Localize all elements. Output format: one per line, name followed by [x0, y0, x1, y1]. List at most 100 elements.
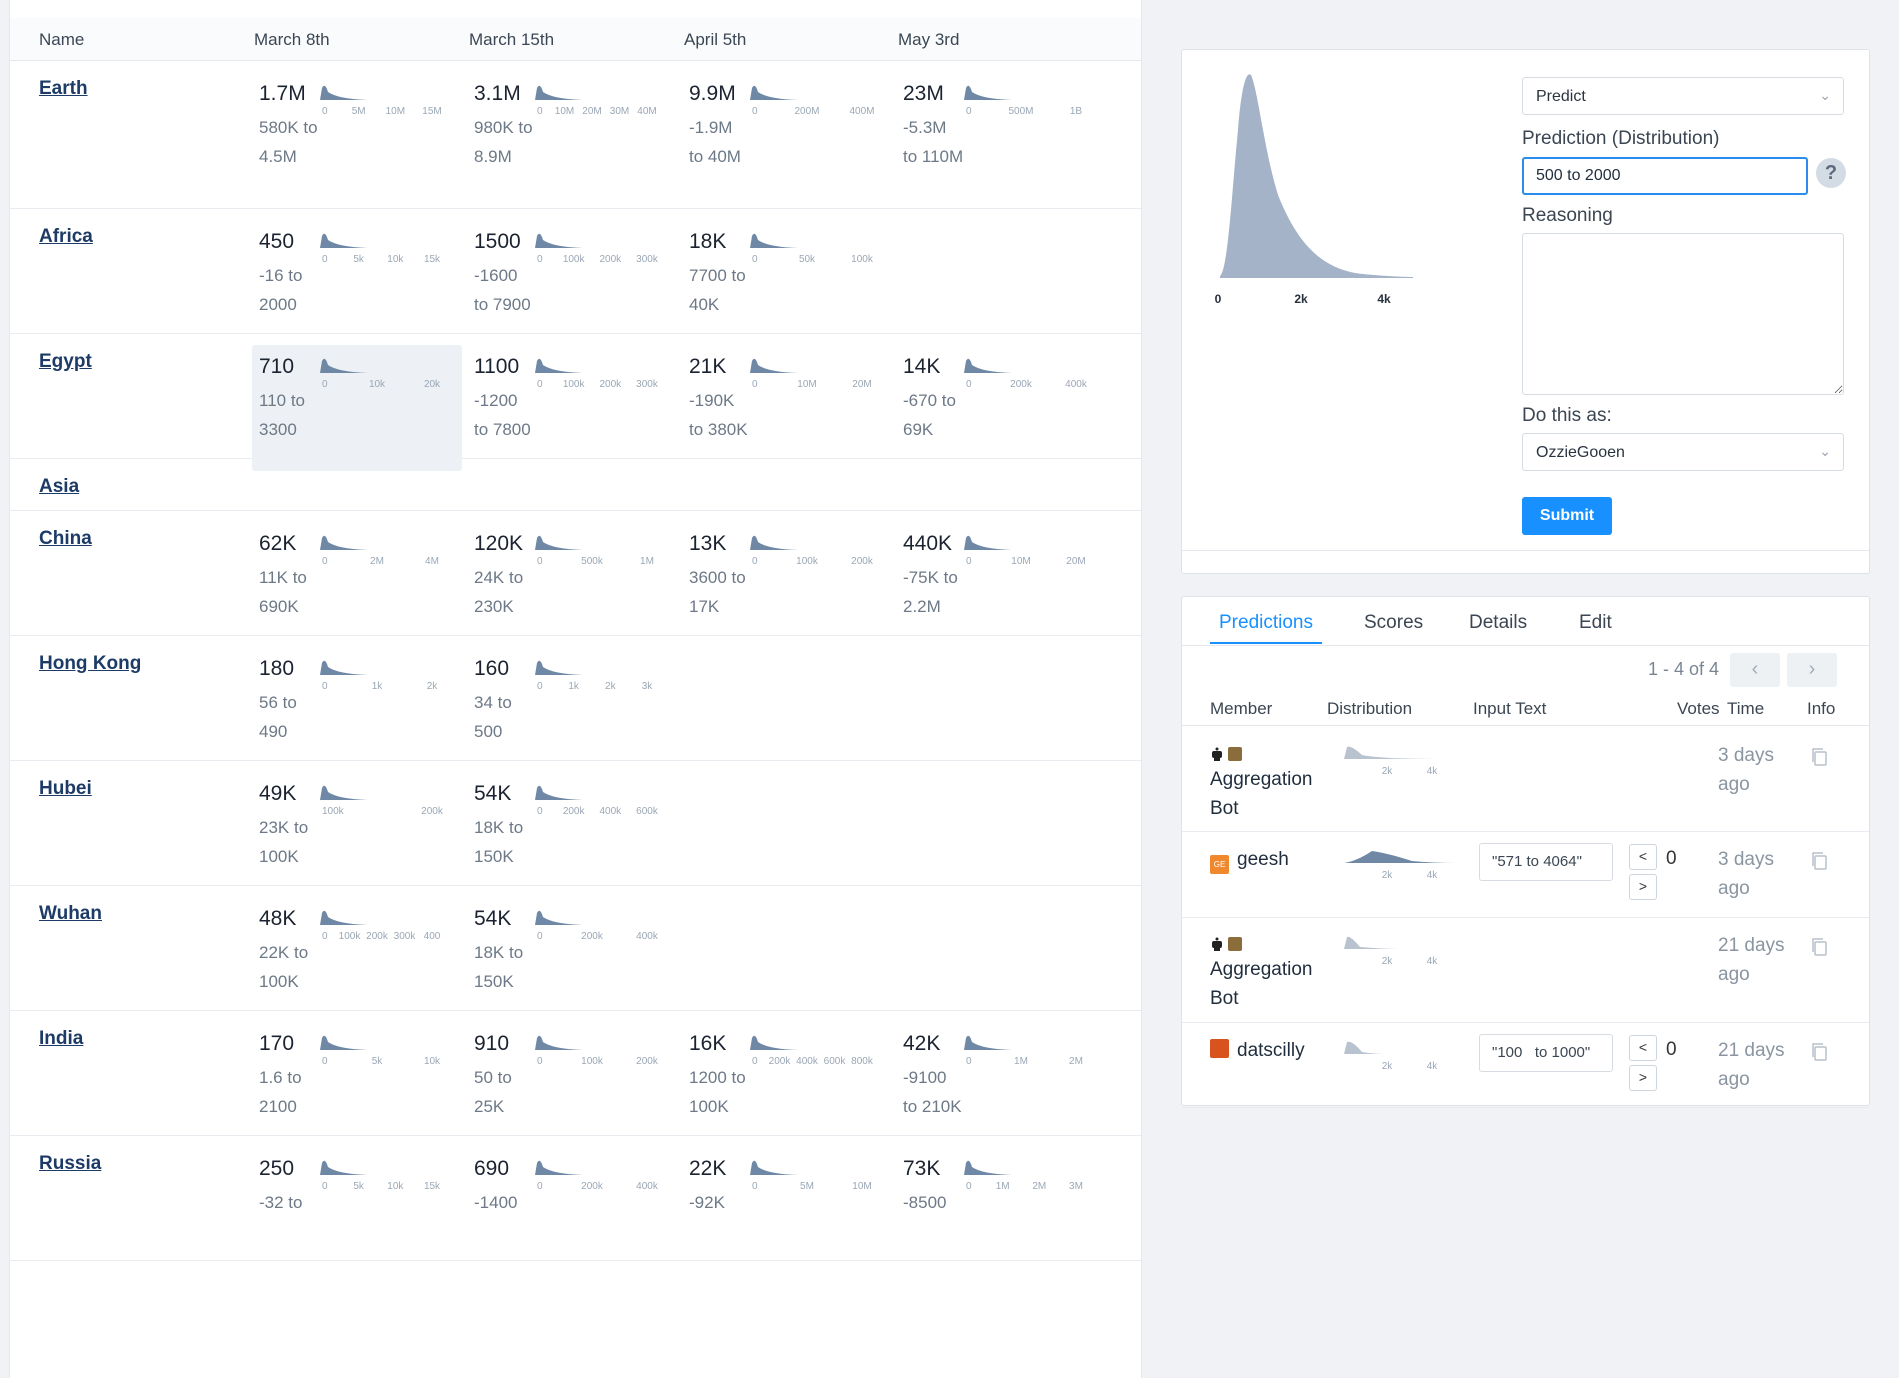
prediction-cell[interactable]: 14K -670 to 69K 0 200k 400k [896, 345, 1106, 471]
sparkline-area [320, 1160, 368, 1175]
upvote-button[interactable]: < [1629, 844, 1657, 870]
do-as-select[interactable]: OzzieGooen ⌄ [1522, 433, 1844, 471]
prediction-cell[interactable]: 170 1.6 to 2100 0 5k 10k [252, 1022, 462, 1148]
downvote-button[interactable]: > [1629, 874, 1657, 900]
sparkline-tick-label: 200k [366, 931, 389, 942]
prediction-cell[interactable]: 3.1M 980K to 8.9M 0 10M 20M 30M 40M [467, 72, 677, 198]
prediction-cell[interactable]: 54K 18K to 150K 0 200k 400k 600k [467, 772, 677, 898]
entity-link[interactable]: Egypt [39, 351, 92, 373]
sparkline-tick-label: 20M [1066, 556, 1085, 567]
next-page-button[interactable]: › [1787, 653, 1837, 687]
sparkline-area [535, 1035, 583, 1050]
sparkline-area [320, 85, 368, 100]
sparkline-chart: 0 200k 400k 600k [535, 785, 659, 817]
prediction-cell[interactable]: 180 56 to 490 0 1k 2k [252, 647, 462, 773]
downvote-button[interactable]: > [1629, 1065, 1657, 1091]
copy-icon[interactable] [1810, 851, 1828, 871]
entity-link[interactable]: Hong Kong [39, 653, 141, 675]
upvote-button[interactable]: < [1629, 1035, 1657, 1061]
sparkline-tick-label: 5k [353, 254, 365, 265]
sparkline-tick-label: 1M [996, 1181, 1010, 1192]
prediction-cell[interactable]: 160 34 to 500 0 1k 2k 3k [467, 647, 677, 773]
prediction-type-select[interactable]: Predict ⌄ [1522, 77, 1844, 115]
entity-link[interactable]: Asia [39, 476, 79, 498]
sparkline-tick-label: 400k [599, 806, 622, 817]
distribution-preview-chart: 0 2k 4k [1215, 74, 1413, 306]
tab-scores[interactable]: Scores [1364, 612, 1423, 634]
sparkline-tick-label: 0 [966, 1181, 972, 1192]
entity-link[interactable]: China [39, 528, 92, 550]
entity-link[interactable]: Russia [39, 1153, 101, 1175]
member-name[interactable]: datscilly [1237, 1040, 1305, 1061]
prediction-cell[interactable]: 9.9M -1.9M to 40M 0 200M 400M [682, 72, 892, 198]
sparkline-tick-label: 0 [537, 106, 543, 117]
prediction-cell[interactable]: 16K 1200 to 100K 0 200k 400k 600k 800k [682, 1022, 892, 1148]
sparkline-chart: 0 1k 2k 3k [535, 660, 653, 692]
copy-icon[interactable] [1810, 1042, 1828, 1062]
median-value: 120K [474, 532, 524, 555]
range-value: 980K to 8.9M [474, 118, 533, 166]
sparkline-tick-label: 0 [322, 1056, 328, 1067]
prediction-cell[interactable]: 910 50 to 25K 0 100k 200k [467, 1022, 677, 1148]
prediction-cell[interactable]: 450 -16 to 2000 0 5k 10k 15k [252, 220, 462, 346]
median-value: 73K [903, 1157, 941, 1180]
prediction-cell[interactable]: 1.7M 580K to 4.5M 0 5M 10M 15M [252, 72, 462, 198]
prediction-cell[interactable]: 18K 7700 to 40K 0 50k 100k [682, 220, 892, 346]
sparkline-tick-label: 1M [640, 556, 654, 567]
sparkline-area [750, 85, 798, 100]
sparkline-tick-label: 0 [752, 379, 758, 390]
prediction-cell[interactable]: 62K 11K to 690K 0 2M 4M [252, 522, 462, 648]
tab-predictions[interactable]: Predictions [1219, 612, 1313, 634]
sparkline-chart: 0 50k 100k [750, 233, 874, 265]
reasoning-textarea[interactable] [1522, 233, 1844, 395]
entity-link[interactable]: Wuhan [39, 903, 102, 925]
prediction-cell[interactable]: 690 -1400 0 200k 400k [467, 1147, 677, 1273]
prediction-row: Aggregation Bot 2k 4k 3 days ago [1182, 727, 1869, 832]
prediction-cell[interactable]: 250 -32 to 0 5k 10k 15k [252, 1147, 462, 1273]
sparkline-chart: 0 200k 400k 600k 800k [750, 1035, 874, 1067]
prediction-cell[interactable]: 21K -190K to 380K 0 10M 20M [682, 345, 892, 471]
entity-link[interactable]: Africa [39, 226, 93, 248]
prev-page-button[interactable]: ‹ [1730, 653, 1780, 687]
copy-icon[interactable] [1810, 747, 1828, 767]
sparkline-chart: 0 5M 10M [750, 1160, 872, 1192]
range-value: -1600 to 7900 [474, 266, 531, 314]
prediction-cell[interactable]: 710 110 to 3300 0 10k 20k [252, 345, 462, 471]
sparkline-tick-label: 100k [563, 379, 586, 390]
entity-link[interactable]: Hubei [39, 778, 92, 800]
range-value: 24K to 230K [474, 568, 524, 616]
prediction-cell[interactable]: 48K 22K to 100K 0 100k 200k 300k 400 [252, 897, 462, 1023]
median-value: 9.9M [689, 82, 736, 105]
range-value: 18K to 150K [474, 943, 524, 991]
sparkline-tick-label: 600k [824, 1056, 847, 1067]
submit-button[interactable]: Submit [1522, 497, 1612, 535]
median-value: 49K [259, 782, 297, 805]
entity-link[interactable]: Earth [39, 78, 88, 100]
sparkline-tick-label: 0 [966, 1056, 972, 1067]
help-icon[interactable]: ? [1816, 158, 1846, 188]
tab-details[interactable]: Details [1469, 612, 1527, 634]
prediction-cell[interactable]: 120K 24K to 230K 0 500k 1M [467, 522, 677, 648]
prediction-cell[interactable]: 22K -92K 0 5M 10M [682, 1147, 892, 1273]
sparkline-tick-label: 200k [599, 254, 622, 265]
range-value: -1400 [474, 1193, 518, 1212]
sparkline-tick-label: 500M [1008, 106, 1033, 117]
member-name[interactable]: Aggregation Bot [1210, 959, 1312, 1009]
prediction-cell[interactable]: 54K 18K to 150K 0 200k 400k [467, 897, 677, 1023]
prediction-cell[interactable]: 440K -75K to 2.2M 0 10M 20M [896, 522, 1106, 648]
prediction-cell[interactable]: 23M -5.3M to 110M 0 500M 1B [896, 72, 1106, 198]
prediction-cell[interactable]: 1100 -1200 to 7800 0 100k 200k 300k [467, 345, 677, 471]
prediction-cell[interactable]: 73K -8500 0 1M 2M 3M [896, 1147, 1106, 1273]
member-name[interactable]: geesh [1237, 849, 1289, 870]
member-name[interactable]: Aggregation Bot [1210, 769, 1312, 819]
entity-link[interactable]: India [39, 1028, 83, 1050]
sparkline-tick-label: 1k [372, 681, 384, 692]
prediction-cell[interactable]: 42K -9100 to 210K 0 1M 2M [896, 1022, 1106, 1148]
copy-icon[interactable] [1810, 937, 1828, 957]
prediction-cell[interactable]: 13K 3600 to 17K 0 100k 200k [682, 522, 892, 648]
tab-edit[interactable]: Edit [1579, 612, 1612, 634]
prediction-input[interactable] [1522, 157, 1808, 195]
prediction-cell[interactable]: 49K 23K to 100K 100k 200k [252, 772, 462, 898]
column-header-info: Info [1807, 699, 1836, 718]
prediction-cell[interactable]: 1500 -1600 to 7900 0 100k 200k 300k [467, 220, 677, 346]
